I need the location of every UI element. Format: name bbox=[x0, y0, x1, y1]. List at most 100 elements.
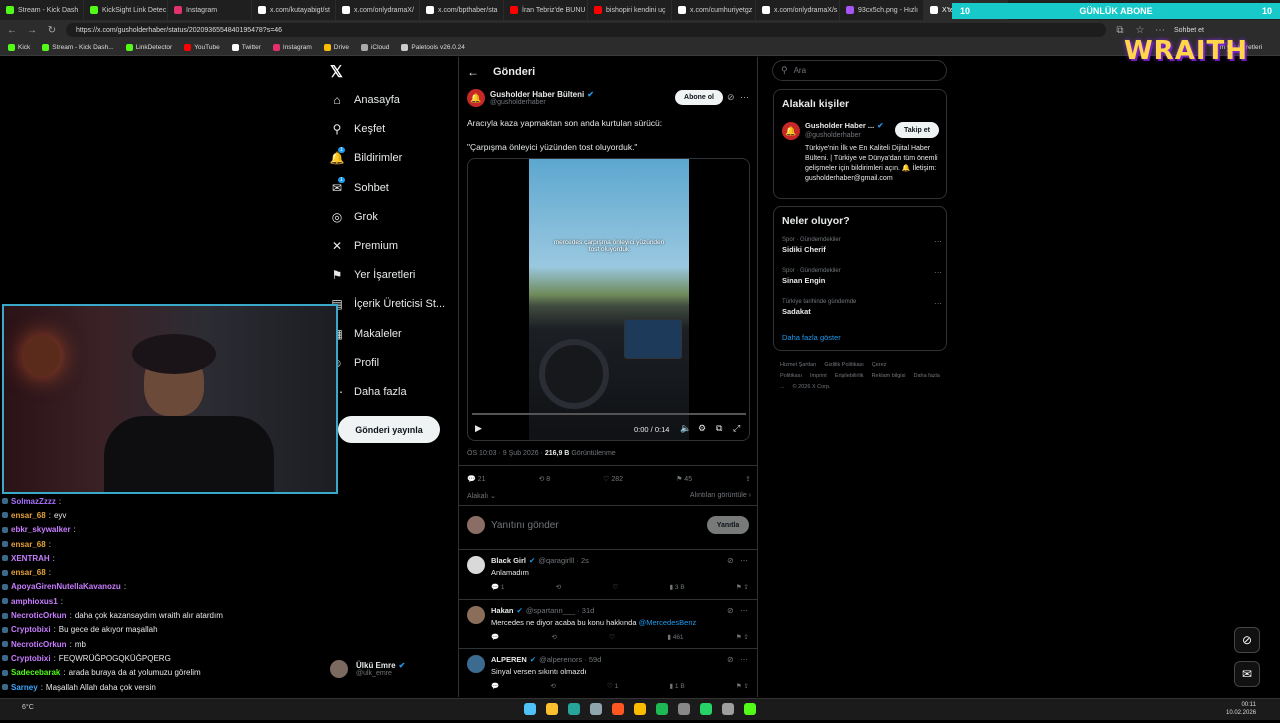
grok-icon[interactable]: ⊘ bbox=[727, 606, 734, 615]
reply-author[interactable]: Black Girl bbox=[491, 556, 526, 565]
follow-button[interactable]: Takip et bbox=[895, 122, 939, 138]
edge-icon[interactable] bbox=[568, 703, 580, 715]
trend-item[interactable]: Türkiye tarihinde gündemde Sadakat ⋯ bbox=[782, 299, 942, 330]
like-button[interactable]: ♡ 1 bbox=[607, 682, 618, 690]
repost-button[interactable]: ⟲ bbox=[556, 583, 561, 591]
post-button[interactable]: Gönderi yayınla bbox=[338, 416, 440, 443]
windows-start-icon[interactable] bbox=[524, 703, 536, 715]
forward-icon[interactable]: → bbox=[26, 25, 38, 36]
weather-widget[interactable]: 6°C bbox=[22, 704, 34, 711]
bookmark-item[interactable]: LinkDetector bbox=[125, 44, 172, 51]
bookmark-item[interactable]: Kick bbox=[8, 44, 30, 51]
browser-tab[interactable]: x.com/cumhuriyetgz bbox=[672, 0, 756, 20]
brave-icon[interactable] bbox=[612, 703, 624, 715]
nav-item-bookmark[interactable]: ⚑ Yer İşaretleri bbox=[330, 268, 416, 282]
browser-tab[interactable]: KickSight Link Detec bbox=[84, 0, 168, 20]
reply-more-icon[interactable]: ⋯ bbox=[740, 655, 748, 664]
clock[interactable]: 00:11 10.02.2026 bbox=[1226, 701, 1256, 717]
grok-icon[interactable]: ⊘ bbox=[727, 92, 735, 103]
pip-icon[interactable]: ⧉ bbox=[716, 423, 722, 434]
grok-icon[interactable]: ⊘ bbox=[727, 655, 734, 664]
subscribe-button[interactable]: Abone ol bbox=[675, 90, 723, 105]
chat-username[interactable]: ApoyaGirenNutellaKavanozu bbox=[11, 582, 121, 591]
reply-button[interactable]: 💬 1 bbox=[491, 583, 505, 591]
like-button[interactable]: ♡ bbox=[609, 633, 615, 641]
mention-link[interactable]: @MercedesBenz bbox=[639, 618, 697, 627]
chat-username[interactable]: Cryptobixi bbox=[11, 625, 51, 634]
volume-icon[interactable]: 🔈 bbox=[680, 423, 691, 434]
view-quotes-link[interactable]: Alıntıları görüntüle › bbox=[690, 492, 751, 500]
spotify-icon[interactable] bbox=[656, 703, 668, 715]
chat-username[interactable]: ensar_68 bbox=[11, 568, 46, 577]
chat-username[interactable]: Sarney bbox=[11, 683, 38, 692]
kick-icon[interactable] bbox=[744, 703, 756, 715]
repost-button[interactable]: ⟲ bbox=[551, 633, 556, 641]
browser-tab[interactable]: x.com/bpthaber/sta bbox=[420, 0, 504, 20]
reply-button[interactable]: 💬 bbox=[491, 682, 499, 690]
reply-submit-button[interactable]: Yanıtla bbox=[707, 516, 749, 534]
file-explorer-icon[interactable] bbox=[546, 703, 558, 715]
footer-link[interactable]: Reklam bilgisi bbox=[872, 373, 906, 379]
footer-link[interactable]: Gizlilik Politikası bbox=[824, 362, 863, 368]
bookmark-item[interactable]: Paletools v26.0.24 bbox=[401, 44, 465, 51]
reply-input[interactable]: Yanıtını gönder bbox=[491, 520, 559, 531]
search-input[interactable]: Ara bbox=[794, 66, 806, 75]
reply-avatar[interactable] bbox=[467, 556, 485, 574]
trend-more-icon[interactable]: ⋯ bbox=[934, 299, 942, 308]
bookmark-button[interactable]: ⚑ 45 bbox=[676, 475, 692, 483]
bookmark-item[interactable]: Stream - Kick Dash... bbox=[42, 44, 114, 51]
favorite-icon[interactable]: ☆ bbox=[1134, 25, 1146, 36]
share-icon[interactable]: ⚑ ⇪ bbox=[736, 583, 749, 591]
nav-item-bell[interactable]: 🔔 1 Bildirimler bbox=[330, 147, 402, 165]
steam-icon[interactable] bbox=[590, 703, 602, 715]
footer-link[interactable]: Hizmet Şartları bbox=[780, 362, 816, 368]
reload-icon[interactable]: ↻ bbox=[46, 25, 58, 36]
bookmark-item[interactable]: Drive bbox=[323, 44, 349, 51]
bookmark-item[interactable]: Twitter bbox=[231, 44, 261, 51]
relevant-avatar[interactable]: 🔔 bbox=[782, 122, 800, 140]
chat-username[interactable]: XENTRAH bbox=[11, 554, 50, 563]
extensions-icon[interactable]: ⧉ bbox=[1114, 25, 1126, 36]
reply-item[interactable]: Black Girl ✔ @qaragirlll · 2s Anlamadım ⊘ ⋯ 💬 … bbox=[459, 550, 757, 600]
chat-username[interactable]: ensar_68 bbox=[11, 540, 46, 549]
relevant-name[interactable]: Gusholder Haber ... ✔ bbox=[805, 121, 883, 130]
author-avatar[interactable]: 🔔 bbox=[467, 89, 485, 107]
chat-username[interactable]: amphioxus1 bbox=[11, 597, 58, 606]
reply-more-icon[interactable]: ⋯ bbox=[740, 606, 748, 615]
nav-item-search[interactable]: ⚲ Keşfet bbox=[330, 122, 386, 136]
nav-item-creator-studio[interactable]: ▤İçerik Üreticisi St... bbox=[330, 297, 445, 311]
repost-button[interactable]: ⟲ 8 bbox=[538, 475, 550, 483]
obs-icon[interactable] bbox=[678, 703, 690, 715]
nav-item-x-premium[interactable]: ✕ Premium bbox=[330, 239, 398, 253]
video-player[interactable]: mercedes çarpışma önleyici yüzünden tost… bbox=[467, 158, 750, 441]
fullscreen-icon[interactable]: ⤢ bbox=[733, 423, 740, 434]
browser-tab[interactable]: Stream - Kick Dash bbox=[0, 0, 84, 20]
trend-item[interactable]: Spor · Gündemdekiler Sinan Engin ⋯ bbox=[782, 268, 942, 299]
x-logo-icon[interactable]: 𝕏 bbox=[330, 62, 343, 82]
chrome-icon[interactable] bbox=[634, 703, 646, 715]
chat-username[interactable]: Cryptobixi bbox=[11, 654, 51, 663]
reply-item[interactable]: Hakan ✔ @spartann___ · 31d Mercedes ne diyo… bbox=[459, 600, 757, 649]
back-icon[interactable]: ← bbox=[6, 25, 18, 36]
browser-tab[interactable]: x.com/kutayabigt/st bbox=[252, 0, 336, 20]
browser-chat-button[interactable]: Sohbet et bbox=[1174, 27, 1204, 34]
browser-tab[interactable]: 93cx5ch.png - Hızlı bbox=[840, 0, 924, 20]
browser-tab[interactable]: x.com/onlydramaX/s bbox=[756, 0, 840, 20]
video-settings-icon[interactable]: ⚙ bbox=[698, 423, 706, 434]
like-button[interactable]: ♡ 282 bbox=[603, 475, 623, 483]
reply-author[interactable]: ALPEREN bbox=[491, 655, 527, 664]
reply-more-icon[interactable]: ⋯ bbox=[740, 556, 748, 565]
reply-author[interactable]: Hakan bbox=[491, 606, 514, 615]
views-button[interactable]: ▮ 3 B bbox=[670, 583, 685, 591]
share-icon[interactable]: ⚑ ⇪ bbox=[736, 633, 749, 641]
author-name[interactable]: Gusholder Haber Bülteni bbox=[490, 90, 584, 99]
chat-username[interactable]: NecroticOrkun bbox=[11, 611, 67, 620]
reply-avatar[interactable] bbox=[467, 655, 485, 673]
chat-username[interactable]: Sadecebarak bbox=[11, 668, 60, 677]
nav-item-home[interactable]: ⌂ Anasayfa bbox=[330, 93, 400, 107]
share-icon[interactable]: ⚑ ⇪ bbox=[736, 682, 749, 690]
views-button[interactable]: ▮ 461 bbox=[667, 633, 683, 641]
nav-item-chat[interactable]: ✉ 1 Sohbet bbox=[330, 176, 389, 195]
nav-item-grok[interactable]: ◎ Grok bbox=[330, 210, 378, 224]
back-arrow-icon[interactable]: ← bbox=[467, 65, 479, 79]
